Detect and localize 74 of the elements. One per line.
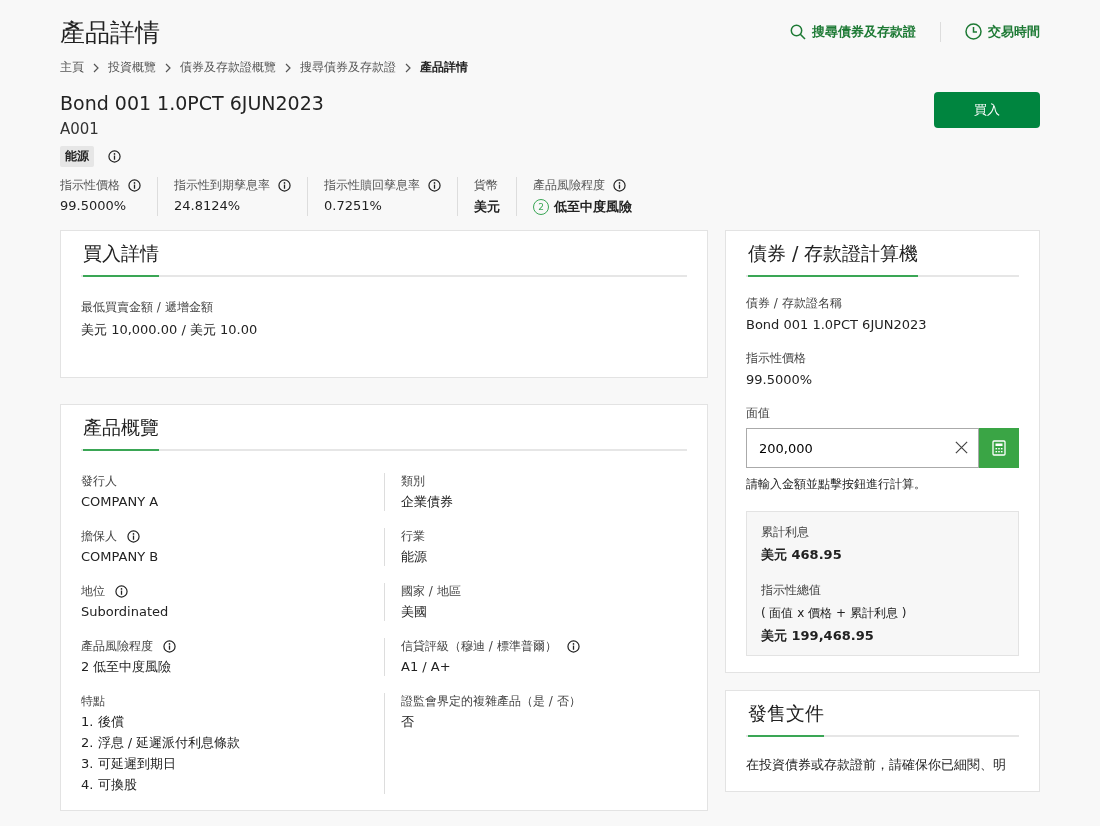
card-title: 債券 / 存款證計算機 <box>748 241 919 277</box>
chevron-icon <box>92 62 100 73</box>
stat-value: 0.7251% <box>324 198 382 213</box>
field-value: COMPANY A <box>81 493 160 511</box>
field-value: COMPANY B <box>81 548 160 566</box>
info-icon <box>108 150 121 163</box>
field-value: 美元 10,000.00 / 美元 10.00 <box>81 321 259 339</box>
stat-label: 貨幣 <box>474 177 498 194</box>
field-value: 4. 可換股 <box>81 776 138 794</box>
product-code: A001 <box>60 120 100 138</box>
search-link[interactable]: 搜尋債券及存款證 <box>766 22 916 41</box>
field-label: 國家 / 地區 <box>401 583 461 600</box>
buy-button[interactable]: 買入 <box>934 92 1040 128</box>
field-label: 指示性價格 <box>746 350 807 367</box>
field-value: 企業債券 <box>401 493 454 511</box>
stat-label: 產品風險程度 <box>533 177 605 194</box>
field-value: 3. 可延遲到期日 <box>81 755 177 773</box>
field-value: 能源 <box>401 548 428 566</box>
field-value: 1. 後償 <box>81 713 125 731</box>
field-label: 行業 <box>401 528 425 545</box>
close-icon <box>954 440 969 455</box>
chevron-icon <box>284 62 292 73</box>
field-value: 美元 468.95 <box>761 546 843 564</box>
page-title: 產品詳情 <box>60 17 160 49</box>
calculator-icon <box>992 440 1006 456</box>
product-name: Bond 001 1.0PCT 6JUN2023 <box>60 92 324 114</box>
field-label: 特點 <box>81 693 105 710</box>
field-label: 產品風險程度 <box>81 638 153 655</box>
breadcrumb-link[interactable]: 債券及存款證概覽 <box>180 59 276 76</box>
field-value: 2. 浮息 / 延遲派付利息條款 <box>81 734 242 752</box>
field-value: Subordinated <box>81 603 170 621</box>
stat-label: 指示性價格 <box>60 177 120 194</box>
document-notice: 在投資債券或存款證前，請確保你已細閱、明 <box>746 756 1007 774</box>
field-label: 面值 <box>746 405 771 422</box>
stat-value: 美元 <box>474 198 500 216</box>
breadcrumb-link[interactable]: 產品詳情 <box>420 59 468 76</box>
field-value: 美國 <box>401 603 428 621</box>
field-value: 否 <box>401 713 415 731</box>
stat-label: 指示性到期孳息率 <box>174 177 270 194</box>
field-label: 類別 <box>401 473 425 490</box>
clock-icon <box>965 23 982 40</box>
calculate-button[interactable] <box>979 428 1019 468</box>
stat-value: 低至中度風險 <box>554 198 632 216</box>
breadcrumb-link[interactable]: 主頁 <box>60 59 84 76</box>
field-label: 證監會界定的複雜產品（是 / 否） <box>401 693 581 710</box>
card-title: 發售文件 <box>748 701 824 737</box>
face-value-input[interactable]: 200,000 <box>746 428 979 468</box>
stat-value: 24.8124% <box>174 198 241 213</box>
field-label: 累計利息 <box>761 524 810 541</box>
field-label: 地位 <box>81 583 105 600</box>
chevron-icon <box>164 62 172 73</box>
field-value: 2 低至中度風險 <box>81 658 173 676</box>
hint-text: 請輸入金額並點擊按鈕進行計算。 <box>746 476 927 493</box>
field-value: 美元 199,468.95 <box>761 627 875 645</box>
field-label: 發行人 <box>81 473 117 490</box>
trading-hours-link[interactable]: 交易時間 <box>941 22 1040 41</box>
field-label: 指示性總值 <box>761 582 822 599</box>
card-title: 買入詳情 <box>83 241 159 277</box>
field-label: 擔保人 <box>81 528 117 545</box>
field-label: 債券 / 存款證名稱 <box>746 295 843 312</box>
formula-note: ( 面值 x 價格 + 累計利息 ) <box>761 605 908 622</box>
field-value: Bond 001 1.0PCT 6JUN2023 <box>746 317 928 332</box>
search-icon <box>790 23 806 40</box>
field-value: 99.5000% <box>746 372 814 387</box>
chevron-icon <box>404 62 412 73</box>
breadcrumb-link[interactable]: 搜尋債券及存款證 <box>300 59 396 76</box>
field-label: 最低買賣金額 / 遞增金額 <box>81 299 214 316</box>
field-label: 信貸評級（穆迪 / 標準普爾） <box>401 638 557 655</box>
stat-label: 指示性贖回孳息率 <box>324 177 420 194</box>
field-value: A1 / A+ <box>401 658 452 676</box>
sector-tag: 能源 <box>60 146 94 167</box>
stat-value: 99.5000% <box>60 198 127 213</box>
breadcrumb-link[interactable]: 投資概覽 <box>108 59 156 76</box>
card-title: 產品概覽 <box>83 415 159 451</box>
